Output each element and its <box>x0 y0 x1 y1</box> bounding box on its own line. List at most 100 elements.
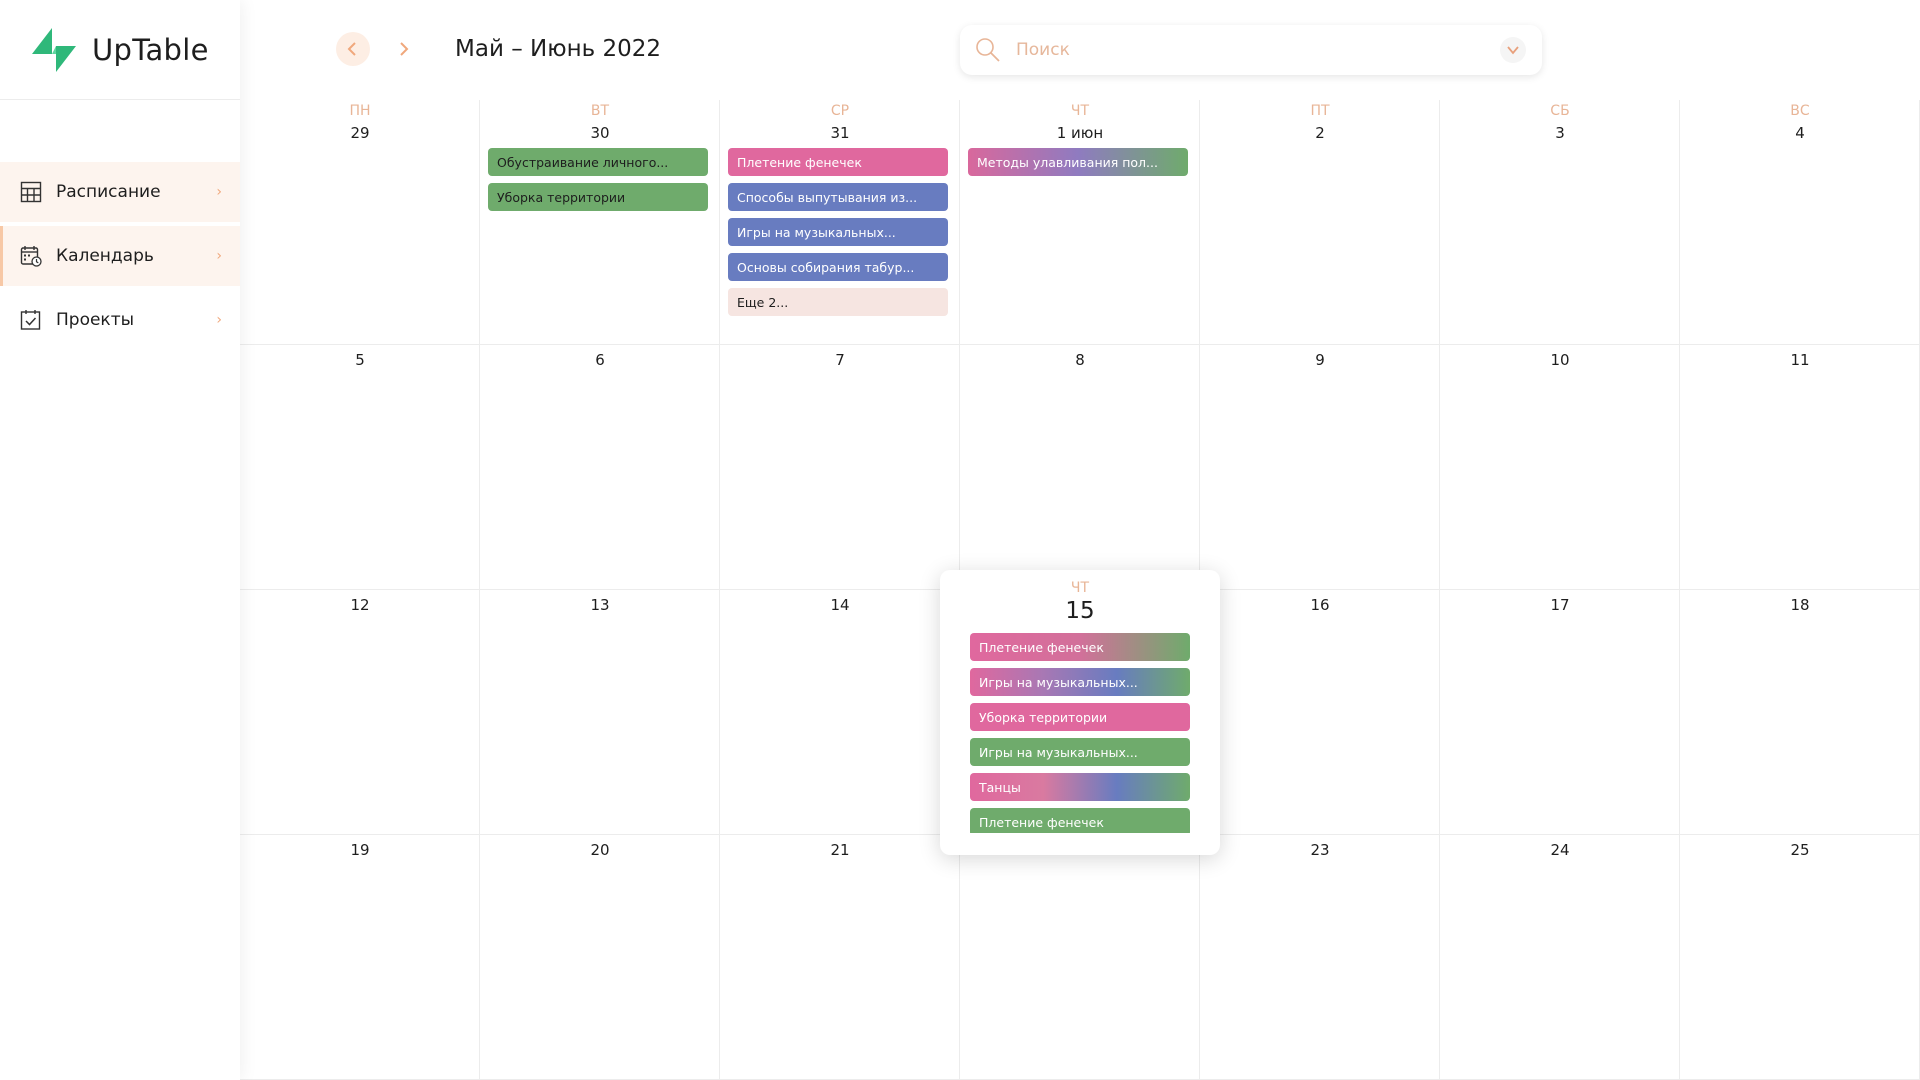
search-input[interactable] <box>1016 40 1500 60</box>
event-item[interactable]: Плетение фенечек <box>728 148 948 176</box>
chevron-right-icon: › <box>216 312 222 328</box>
day-cell[interactable]: 5 <box>240 345 480 590</box>
day-number: 8 <box>1075 351 1085 369</box>
day-cell[interactable]: 12 <box>240 590 480 835</box>
calendar-clock-icon <box>20 245 42 267</box>
chevron-right-icon <box>400 42 409 56</box>
sidebar-item-calendar[interactable]: Календарь › <box>0 226 240 286</box>
event-list: Методы улавливания пол... <box>968 148 1188 183</box>
day-cell[interactable]: 16 <box>1200 590 1440 835</box>
search-bar[interactable] <box>960 25 1542 75</box>
day-number: 20 <box>590 841 610 859</box>
weekday-label: ПТ <box>1310 103 1330 119</box>
day-number: 21 <box>830 841 850 859</box>
day-cell[interactable]: СБ 3 <box>1440 100 1680 345</box>
day-number: 11 <box>1790 351 1810 369</box>
chevron-down-icon <box>1507 46 1519 55</box>
event-item[interactable]: Игры на музыкальных... <box>970 738 1190 766</box>
day-number: 23 <box>1310 841 1330 859</box>
day-cell[interactable]: 14 <box>720 590 960 835</box>
table-grid-icon <box>20 181 42 203</box>
sidebar-item-label: Календарь <box>56 246 154 266</box>
sidebar-item-schedule[interactable]: Расписание › <box>0 162 240 222</box>
day-number: 2 <box>1315 124 1325 142</box>
chevron-left-icon <box>347 42 356 56</box>
event-item[interactable]: Уборка территории <box>970 703 1190 731</box>
event-item[interactable]: Методы улавливания пол... <box>968 148 1188 176</box>
previous-month-button[interactable] <box>336 32 370 66</box>
event-item[interactable]: Игры на музыкальных... <box>728 218 948 246</box>
event-item[interactable]: Танцы <box>970 773 1190 801</box>
event-item[interactable]: Игры на музыкальных... <box>970 668 1190 696</box>
search-dropdown-button[interactable] <box>1500 37 1526 63</box>
chevron-right-icon: › <box>216 184 222 200</box>
day-number: 19 <box>350 841 370 859</box>
day-number: 16 <box>1310 596 1330 614</box>
day-cell[interactable]: 13 <box>480 590 720 835</box>
day-number: 4 <box>1795 124 1805 142</box>
day-number: 12 <box>350 596 370 614</box>
day-events-popover[interactable]: ЧТ 15 Плетение фенечек Игры на музыкальн… <box>940 570 1220 855</box>
day-cell[interactable]: 19 <box>240 835 480 1080</box>
search-icon <box>976 38 1000 62</box>
day-cell[interactable]: 21 <box>720 835 960 1080</box>
day-number: 5 <box>355 351 365 369</box>
day-number: 14 <box>830 596 850 614</box>
day-cell[interactable]: 25 <box>1680 835 1920 1080</box>
sidebar-item-projects[interactable]: Проекты › <box>0 290 240 350</box>
weekday-label: СБ <box>1550 103 1570 119</box>
sidebar-nav: Расписание › Календарь › Проекты › <box>0 162 240 350</box>
day-cell[interactable]: 18 <box>1680 590 1920 835</box>
day-cell[interactable]: 20 <box>480 835 720 1080</box>
more-events-button[interactable]: Еще 2... <box>728 288 948 316</box>
day-number: 9 <box>1315 351 1325 369</box>
day-number: 6 <box>595 351 605 369</box>
day-number: 25 <box>1790 841 1810 859</box>
day-cell[interactable]: ВС 4 <box>1680 100 1920 345</box>
event-item[interactable]: Обустраивание личного... <box>488 148 708 176</box>
weekday-label: ВС <box>1790 103 1810 119</box>
popover-weekday: ЧТ <box>1070 580 1090 596</box>
day-cell[interactable]: ВТ 30 Обустраивание личного... Уборка те… <box>480 100 720 345</box>
day-cell[interactable]: 24 <box>1440 835 1680 1080</box>
day-number: 13 <box>590 596 610 614</box>
weekday-label: ВТ <box>590 103 610 119</box>
day-number: 18 <box>1790 596 1810 614</box>
logo[interactable]: UpTable <box>0 0 240 100</box>
weekday-label: СР <box>830 103 850 119</box>
day-cell[interactable]: 6 <box>480 345 720 590</box>
popover-event-list[interactable]: Плетение фенечек Игры на музыкальных... … <box>970 633 1190 833</box>
checkbox-icon <box>20 309 42 331</box>
next-month-button[interactable] <box>386 32 420 66</box>
day-cell[interactable]: ПТ 2 <box>1200 100 1440 345</box>
day-cell[interactable]: СР 31 Плетение фенечек Способы выпутыван… <box>720 100 960 345</box>
event-item[interactable]: Плетение фенечек <box>970 633 1190 661</box>
day-number: 24 <box>1550 841 1570 859</box>
chevron-right-icon: › <box>216 248 222 264</box>
day-cell[interactable]: ЧТ 1 июн Методы улавливания пол... <box>960 100 1200 345</box>
day-cell[interactable]: 7 <box>720 345 960 590</box>
day-cell[interactable]: 9 <box>1200 345 1440 590</box>
event-item[interactable]: Способы выпутывания из... <box>728 183 948 211</box>
day-cell[interactable]: 23 <box>1200 835 1440 1080</box>
day-cell[interactable]: 22 <box>960 835 1200 1080</box>
day-cell[interactable]: 8 <box>960 345 1200 590</box>
day-cell[interactable]: 10 <box>1440 345 1680 590</box>
day-number: 3 <box>1555 124 1565 142</box>
day-cell[interactable]: ПН 29 <box>240 100 480 345</box>
event-list: Плетение фенечек Способы выпутывания из.… <box>728 148 948 323</box>
sidebar-item-label: Проекты <box>56 310 135 330</box>
event-item[interactable]: Плетение фенечек <box>970 808 1190 833</box>
event-item[interactable]: Уборка территории <box>488 183 708 211</box>
day-number: 7 <box>835 351 845 369</box>
sidebar-item-label: Расписание <box>56 182 161 202</box>
day-cell[interactable]: 11 <box>1680 345 1920 590</box>
day-cell[interactable]: 17 <box>1440 590 1680 835</box>
period-title: Май – Июнь 2022 <box>455 36 662 62</box>
sidebar: UpTable Расписание › Календарь › Проекты… <box>0 0 240 1080</box>
app-name: UpTable <box>92 32 209 67</box>
popover-day-number: 15 <box>1065 598 1095 624</box>
day-number: 31 <box>830 124 850 142</box>
event-item[interactable]: Основы собирания табур... <box>728 253 948 281</box>
day-number: 17 <box>1550 596 1570 614</box>
